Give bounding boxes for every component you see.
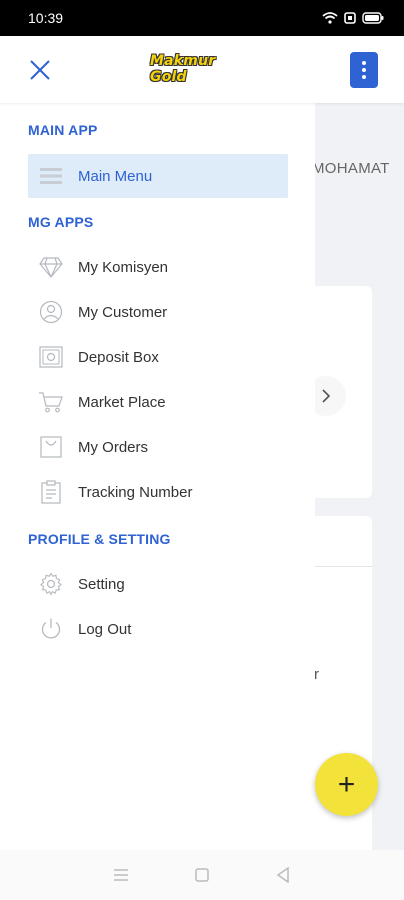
square-icon — [195, 868, 209, 882]
section-title-main-app: MAIN APP — [28, 122, 98, 138]
battery-icon — [362, 12, 384, 24]
system-nav-bar — [0, 850, 404, 900]
menu-item-label: Log Out — [78, 620, 132, 638]
menu-item-label: Main Menu — [78, 167, 153, 185]
menu-item-main-menu[interactable]: Main Menu — [28, 154, 288, 198]
close-icon — [30, 60, 50, 80]
sim-icon — [344, 12, 356, 24]
more-options-button[interactable] — [350, 52, 378, 88]
clipboard-icon — [38, 479, 64, 505]
close-button[interactable] — [26, 56, 54, 84]
status-bar: 10:39 — [0, 0, 404, 36]
status-time: 10:39 — [28, 10, 64, 26]
menu-icon — [113, 869, 128, 881]
menu-item-label: Tracking Number — [78, 483, 193, 501]
safe-icon — [38, 344, 64, 370]
home-button[interactable] — [190, 863, 214, 887]
kebab-icon — [362, 61, 366, 65]
menu-item-label: Deposit Box — [78, 348, 159, 366]
back-button[interactable] — [271, 863, 295, 887]
cart-icon — [38, 389, 64, 415]
diamond-icon — [38, 254, 64, 280]
back-triangle-icon — [277, 867, 290, 883]
menu-item-label: My Komisyen — [78, 258, 169, 276]
background-tab-text: MOHAMAT — [312, 160, 390, 177]
bag-icon — [38, 434, 64, 460]
section-title-profile-setting: PROFILE & SETTING — [28, 531, 171, 547]
status-icons — [322, 12, 384, 24]
menu-item-my-komisyen[interactable]: My Komisyen — [28, 245, 288, 289]
gear-icon — [38, 571, 64, 597]
wifi-icon — [322, 12, 338, 24]
navigation-drawer: Makmur Gold MAIN APP Main Menu MG APPS M… — [0, 36, 404, 850]
menu-item-label: Market Place — [78, 393, 166, 411]
section-title-mg-apps: MG APPS — [28, 214, 94, 230]
app-logo: Makmur Gold — [150, 53, 216, 85]
menu-item-deposit-box[interactable]: Deposit Box — [28, 335, 288, 379]
power-icon — [38, 616, 64, 642]
recents-button[interactable] — [109, 863, 133, 887]
menu-item-setting[interactable]: Setting — [28, 562, 288, 606]
menu-lines-icon — [38, 163, 64, 189]
menu-item-my-customer[interactable]: My Customer — [28, 290, 288, 334]
menu-item-market-place[interactable]: Market Place — [28, 380, 288, 424]
add-fab-button[interactable]: + — [315, 753, 378, 816]
menu-item-log-out[interactable]: Log Out — [28, 607, 288, 651]
kebab-dot — [362, 68, 366, 72]
menu-item-label: My Customer — [78, 303, 168, 321]
menu-item-tracking-number[interactable]: Tracking Number — [28, 470, 288, 514]
app-header: Makmur Gold — [0, 36, 404, 103]
kebab-dot — [362, 75, 366, 79]
menu-item-my-orders[interactable]: My Orders — [28, 425, 288, 469]
menu-item-label: Setting — [78, 575, 125, 593]
user-circle-icon — [38, 299, 64, 325]
menu-item-label: My Orders — [78, 438, 149, 456]
